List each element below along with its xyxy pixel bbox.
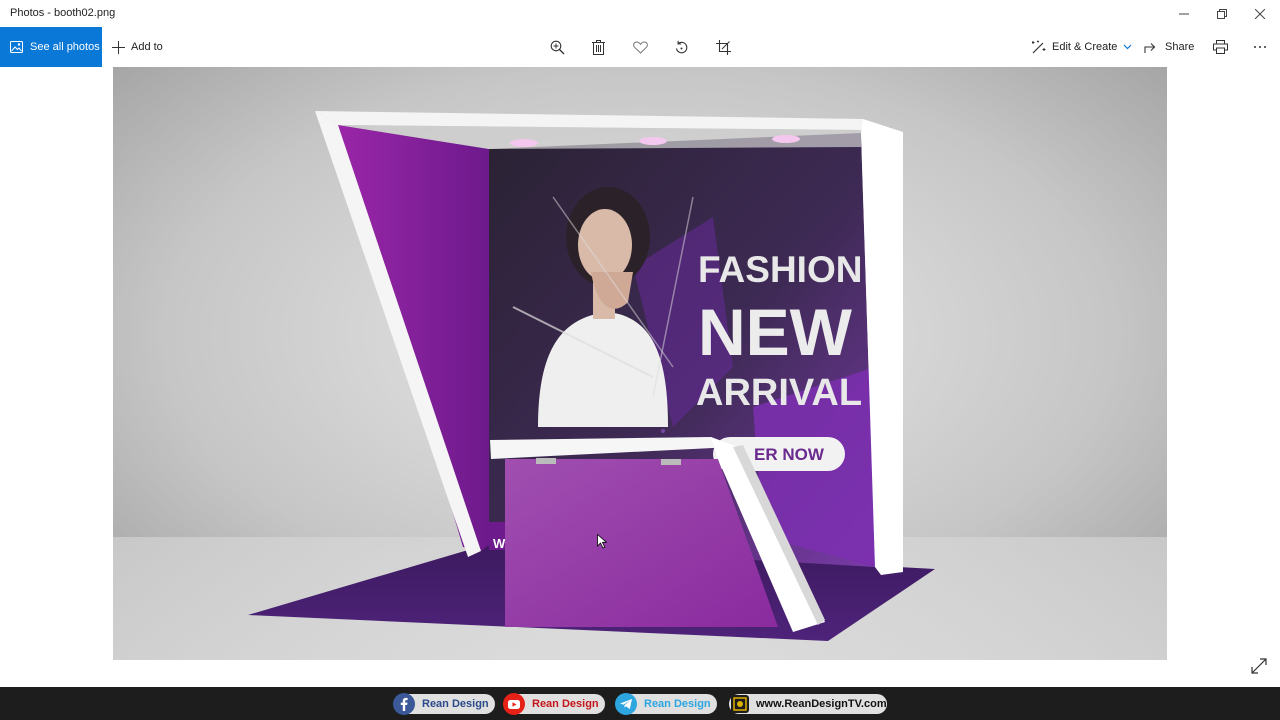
headline-fashion: FASHION xyxy=(698,249,862,290)
close-icon xyxy=(1255,8,1265,19)
youtube-icon xyxy=(503,693,525,715)
rotate-button[interactable] xyxy=(671,37,691,57)
social-links-bar: Rean Design Rean Design Rean Design www.… xyxy=(0,687,1280,720)
crop-button[interactable] xyxy=(713,37,733,57)
add-to-label: Add to xyxy=(131,41,163,53)
telegram-icon xyxy=(615,693,637,715)
edit-create-button[interactable]: Edit & Create xyxy=(1032,27,1138,67)
zoom-button[interactable] xyxy=(547,37,567,57)
youtube-label: Rean Design xyxy=(532,698,599,710)
add-to-button[interactable]: Add to xyxy=(112,27,163,67)
crop-icon xyxy=(715,39,731,55)
favorite-button[interactable] xyxy=(630,37,650,57)
order-now-text: ER NOW xyxy=(754,445,825,464)
bottom-strip-text: W xyxy=(493,536,506,551)
headline-new: NEW xyxy=(698,295,853,369)
see-all-photos-button[interactable]: See all photos xyxy=(0,27,102,67)
rotate-icon xyxy=(675,40,687,53)
facebook-label: Rean Design xyxy=(422,698,489,710)
trash-icon xyxy=(591,39,605,55)
more-icon xyxy=(1254,46,1266,48)
share-icon xyxy=(1144,42,1156,53)
edit-create-icon xyxy=(1032,40,1046,54)
telegram-link[interactable]: Rean Design xyxy=(615,693,717,715)
see-all-photos-label: See all photos xyxy=(30,41,100,53)
photo-viewer[interactable]: FASHION NEW ARRIVAL ER NOW W xyxy=(113,67,1167,660)
delete-button[interactable] xyxy=(588,37,608,57)
plus-icon xyxy=(112,40,125,54)
restore-icon xyxy=(1217,8,1227,19)
cursor-icon xyxy=(597,533,608,549)
print-icon xyxy=(1212,40,1228,54)
minimize-icon xyxy=(1179,13,1189,14)
headline-arrival: ARRIVAL xyxy=(696,372,862,414)
facebook-link[interactable]: Rean Design xyxy=(393,693,495,715)
more-options-button[interactable] xyxy=(1250,37,1270,57)
booth-photo: FASHION NEW ARRIVAL ER NOW W xyxy=(113,67,1167,660)
window-title: Photos - booth02.png xyxy=(10,7,116,19)
edit-create-label: Edit & Create xyxy=(1052,41,1118,53)
telegram-label: Rean Design xyxy=(644,698,711,710)
minimize-button[interactable] xyxy=(1165,0,1203,27)
full-screen-button[interactable] xyxy=(1250,657,1270,677)
toolbar: See all photos Add to Edit & Create Shar… xyxy=(0,27,1280,67)
website-logo-icon xyxy=(731,695,749,713)
chevron-down-icon xyxy=(1123,44,1132,50)
photos-icon xyxy=(10,41,23,53)
share-button[interactable]: Share xyxy=(1144,27,1194,67)
facebook-icon xyxy=(393,693,415,715)
youtube-link[interactable]: Rean Design xyxy=(503,693,605,715)
mouse-cursor xyxy=(597,533,608,554)
title-bar: Photos - booth02.png xyxy=(0,0,1280,27)
expand-icon xyxy=(1251,658,1267,674)
website-label: www.ReanDesignTV.com xyxy=(756,698,887,710)
website-link[interactable]: www.ReanDesignTV.com xyxy=(729,694,887,714)
print-button[interactable] xyxy=(1210,37,1230,57)
share-label: Share xyxy=(1165,41,1195,53)
zoom-icon xyxy=(550,40,564,54)
restore-button[interactable] xyxy=(1203,0,1241,27)
close-button[interactable] xyxy=(1241,0,1279,27)
heart-icon xyxy=(632,40,648,54)
